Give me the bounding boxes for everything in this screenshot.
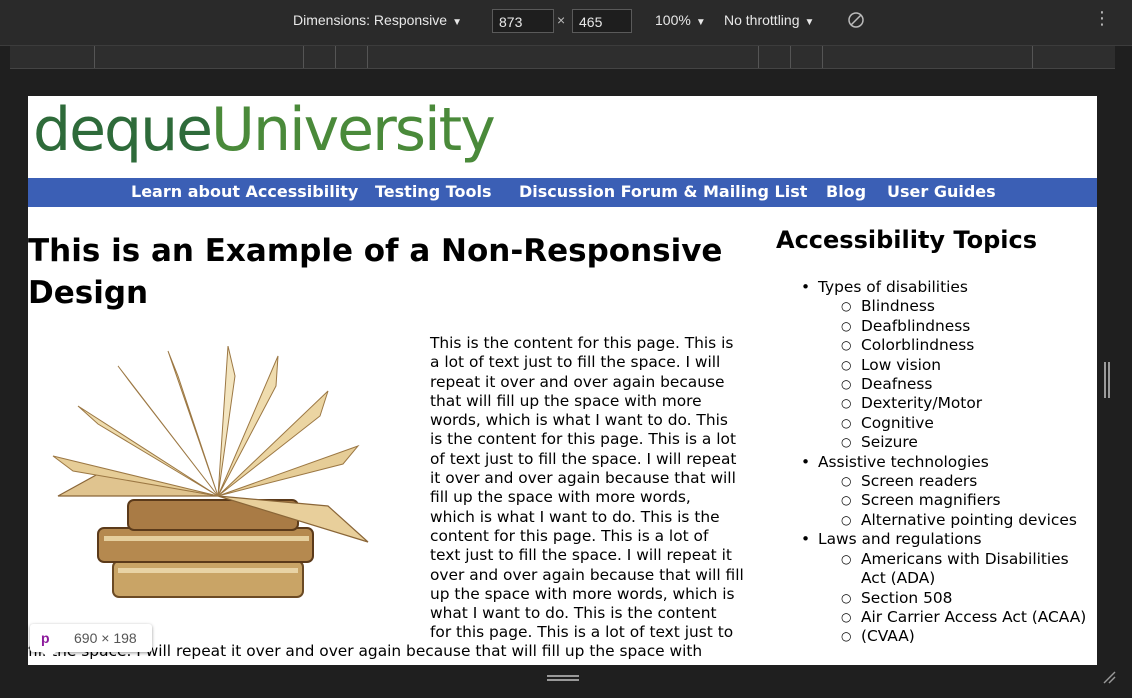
ruler-tick bbox=[335, 46, 336, 68]
topic-item[interactable]: Section 508 bbox=[798, 589, 1097, 609]
page-viewport: dequeUniversity Learn about Accessibilit… bbox=[28, 96, 1097, 665]
topic-item[interactable]: Colorblindness bbox=[798, 336, 1097, 356]
topic-item[interactable]: Air Carrier Access Act (ACAA) bbox=[798, 608, 1097, 628]
zoom-label: 100% bbox=[655, 12, 691, 28]
topic-item[interactable]: Seizure bbox=[798, 433, 1097, 453]
rotate-icon[interactable] bbox=[847, 11, 865, 29]
ruler-tick bbox=[303, 46, 304, 68]
topic-item[interactable]: (CVAA) bbox=[798, 627, 1097, 647]
tooltip-arrow bbox=[42, 652, 56, 659]
sidebar-title: Accessibility Topics bbox=[776, 226, 1038, 254]
site-logo[interactable]: dequeUniversity bbox=[33, 96, 496, 170]
tooltip-size: 690 × 198 bbox=[74, 630, 137, 646]
dimensions-dropdown[interactable]: Dimensions: Responsive ▼ bbox=[293, 12, 462, 28]
ruler-tick bbox=[758, 46, 759, 68]
topic-item[interactable]: Screen readers bbox=[798, 472, 1097, 492]
nav-link-learn[interactable]: Learn about Accessibility bbox=[131, 182, 358, 201]
ruler-tick bbox=[822, 46, 823, 68]
topic-assistive-technologies[interactable]: Assistive technologies bbox=[798, 453, 1097, 473]
bottom-resize-handle[interactable] bbox=[547, 675, 579, 681]
topic-item[interactable]: Americans with Disabilities Act (ADA) bbox=[798, 550, 1097, 589]
topic-item[interactable]: Blindness bbox=[798, 297, 1097, 317]
topic-item[interactable]: Dexterity/Motor bbox=[798, 394, 1097, 414]
topic-item[interactable]: Screen magnifiers bbox=[798, 491, 1097, 511]
times-icon: × bbox=[557, 12, 566, 28]
main-content-paragraph: This is the content for this page. This … bbox=[430, 334, 744, 642]
dimensions-label: Dimensions: Responsive bbox=[293, 12, 448, 28]
page-title: This is an Example of a Non-Responsive D… bbox=[28, 233, 723, 311]
topic-item[interactable]: Alternative pointing devices bbox=[798, 511, 1097, 531]
zoom-dropdown[interactable]: 100% ▼ bbox=[655, 12, 706, 28]
ruler-tick bbox=[367, 46, 368, 68]
more-options-icon[interactable]: ⋮ bbox=[1093, 10, 1111, 28]
topics-list: Types of disabilities Blindness Deafblin… bbox=[798, 278, 1097, 647]
topic-item[interactable]: Low vision bbox=[798, 356, 1097, 376]
chevron-down-icon: ▼ bbox=[452, 17, 462, 28]
device-frame-bottom bbox=[0, 665, 1132, 698]
chevron-down-icon: ▼ bbox=[804, 17, 815, 28]
device-toolbar: Dimensions: Responsive ▼ 873 × 465 100% ▼ … bbox=[0, 0, 1132, 46]
ruler-tick bbox=[94, 46, 95, 68]
ruler-tick bbox=[790, 46, 791, 68]
nav-link-blog[interactable]: Blog bbox=[826, 182, 866, 201]
nav-link-testing-tools[interactable]: Testing Tools bbox=[375, 182, 492, 201]
inspect-tooltip: p 690 × 198 bbox=[30, 624, 152, 659]
chevron-down-icon: ▼ bbox=[695, 17, 706, 28]
open-book-image bbox=[52, 346, 369, 598]
nav-link-forum[interactable]: Discussion Forum & Mailing List bbox=[519, 182, 807, 201]
topic-laws-and-regulations[interactable]: Laws and regulations bbox=[798, 530, 1097, 550]
topic-item[interactable]: Deafness bbox=[798, 375, 1097, 395]
height-input[interactable]: 465 bbox=[572, 9, 632, 33]
ruler-tick bbox=[1032, 46, 1033, 68]
tooltip-tag: p bbox=[41, 630, 50, 646]
topic-item[interactable]: Cognitive bbox=[798, 414, 1097, 434]
topic-item[interactable]: Deafblindness bbox=[798, 317, 1097, 337]
topic-types-of-disabilities[interactable]: Types of disabilities bbox=[798, 278, 1097, 298]
width-input[interactable]: 873 bbox=[492, 9, 554, 33]
main-nav: Learn about Accessibility Testing Tools … bbox=[28, 178, 1097, 207]
nav-link-user-guides[interactable]: User Guides bbox=[887, 182, 996, 201]
media-query-ruler bbox=[10, 46, 1115, 69]
throttling-dropdown[interactable]: No throttling ▼ bbox=[724, 12, 814, 28]
right-resize-handle[interactable] bbox=[1104, 362, 1110, 398]
throttling-label: No throttling bbox=[724, 12, 800, 28]
corner-resize-icon[interactable] bbox=[1102, 670, 1116, 684]
